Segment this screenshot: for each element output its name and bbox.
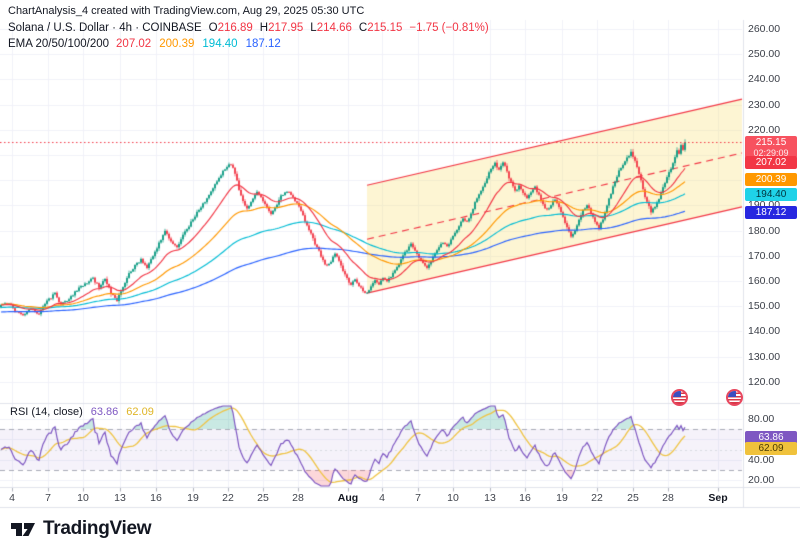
ema-values: 207.02 200.39 194.40 187.12: [116, 38, 281, 50]
time-tick-25: 25: [627, 492, 639, 504]
time-tick-16: 16: [150, 492, 162, 504]
time-tick-22: 22: [591, 492, 603, 504]
ohlc-c: C215.15: [359, 22, 403, 34]
time-tick-4: 4: [9, 492, 15, 504]
price-axis-label: 240.00: [748, 73, 780, 85]
us-flag-event-icon[interactable]: [671, 389, 688, 406]
rsi-axis-label: 20.00: [748, 474, 774, 486]
ema-label: EMA 20/50/100/200: [8, 38, 109, 50]
tradingview-logo[interactable]: TradingView: [10, 516, 151, 542]
time-tick-13: 13: [484, 492, 496, 504]
ohlc-l: L214.66: [310, 22, 352, 34]
rsi-ma-badge: 62.09: [745, 442, 797, 455]
price-axis-label: 230.00: [748, 99, 780, 111]
time-tick-sep: Sep: [708, 492, 727, 504]
price-axis-label: 220.00: [748, 124, 780, 136]
symbol-title: Solana / U.S. Dollar · 4h · COINBASE: [8, 22, 202, 34]
time-tick-13: 13: [114, 492, 126, 504]
rsi-axis-label: 80.00: [748, 413, 774, 425]
time-tick-7: 7: [45, 492, 51, 504]
time-tick-28: 28: [292, 492, 304, 504]
time-tick-25: 25: [257, 492, 269, 504]
ema-value-1: 200.39: [159, 38, 194, 50]
ema50-badge: 200.39: [745, 173, 797, 186]
last-price-badge: 215.1502:29:09: [745, 136, 797, 158]
tradingview-logo-icon: [10, 516, 36, 542]
rsi-ma-value: 62.09: [126, 406, 154, 418]
time-tick-10: 10: [77, 492, 89, 504]
ohlc-h: H217.95: [260, 22, 304, 34]
price-axis-label: 150.00: [748, 300, 780, 312]
ema-value-2: 194.40: [202, 38, 237, 50]
chart-export-title: ChartAnalysis_4 created with TradingView…: [8, 5, 364, 17]
ema-legend[interactable]: EMA 20/50/100/200 207.02 200.39 194.40 187.…: [8, 38, 281, 50]
price-axis-label: 180.00: [748, 225, 780, 237]
us-flag-event-icon[interactable]: [726, 389, 743, 406]
rsi-value: 63.86: [91, 406, 119, 418]
price-axis-label: 170.00: [748, 250, 780, 262]
ohlc-values: O216.89 H217.95 L214.66 C215.15: [209, 22, 403, 34]
price-axis-label: 120.00: [748, 376, 780, 388]
ema200-badge: 187.12: [745, 206, 797, 219]
time-tick-aug: Aug: [338, 492, 358, 504]
time-tick-19: 19: [556, 492, 568, 504]
time-tick-28: 28: [662, 492, 674, 504]
change-value: −1.75 (−0.81%): [409, 22, 488, 34]
time-tick-16: 16: [519, 492, 531, 504]
ema20-badge: 207.02: [745, 156, 797, 169]
rsi-axis-label: 40.00: [748, 454, 774, 466]
time-tick-10: 10: [447, 492, 459, 504]
chart-canvas[interactable]: [0, 0, 800, 551]
price-axis-label: 260.00: [748, 23, 780, 35]
rsi-label: RSI (14, close): [10, 406, 83, 418]
price-axis-label: 130.00: [748, 351, 780, 363]
time-tick-4: 4: [379, 492, 385, 504]
rsi-legend[interactable]: RSI (14, close) 63.86 62.09: [10, 406, 154, 418]
ohlc-o: O216.89: [209, 22, 253, 34]
price-axis-label: 160.00: [748, 275, 780, 287]
ema100-badge: 194.40: [745, 188, 797, 201]
time-tick-19: 19: [187, 492, 199, 504]
ema-value-0: 207.02: [116, 38, 151, 50]
time-tick-22: 22: [222, 492, 234, 504]
tradingview-logo-text: TradingView: [43, 518, 151, 540]
tradingview-chart: ChartAnalysis_4 created with TradingView…: [0, 0, 800, 551]
price-axis-label: 140.00: [748, 325, 780, 337]
ema-value-3: 187.12: [246, 38, 281, 50]
time-tick-7: 7: [415, 492, 421, 504]
price-axis-label: 250.00: [748, 48, 780, 60]
symbol-legend[interactable]: Solana / U.S. Dollar · 4h · COINBASE O21…: [8, 22, 489, 34]
